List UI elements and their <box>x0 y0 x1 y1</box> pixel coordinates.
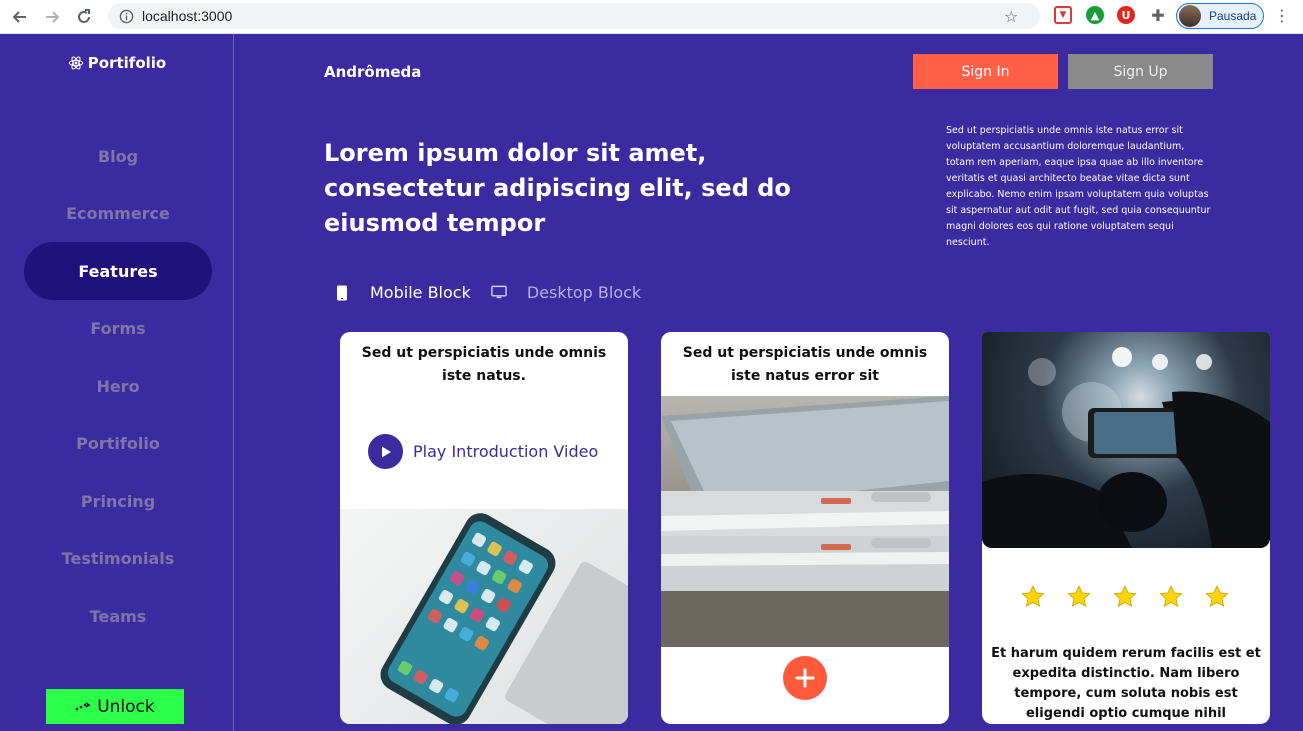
play-video-label: Play Introduction Video <box>413 442 599 461</box>
feature-card-testimonial: Et harum quidem rerum facilis est et exp… <box>982 332 1270 724</box>
review-text: Et harum quidem rerum facilis est et exp… <box>991 646 1261 721</box>
unlock-button[interactable]: Unlock <box>46 689 184 724</box>
tab-mobile-block[interactable]: Mobile Block <box>334 283 471 302</box>
desktop-icon <box>491 285 507 301</box>
more-menu-icon[interactable]: ⋮ <box>1274 6 1290 25</box>
sidebar-item-testimonials[interactable]: Testimonials <box>24 529 212 587</box>
sidebar-item-label: Forms <box>90 318 146 338</box>
rating-stars <box>1020 584 1230 610</box>
concert-image <box>982 332 1270 548</box>
url-text[interactable]: localhost:3000 <box>142 8 232 24</box>
sidebar-item-features[interactable]: Features <box>24 242 212 300</box>
sidebar-item-label: Princing <box>80 491 156 511</box>
sidebar-item-label: Portifolio <box>76 433 160 453</box>
signin-button[interactable]: Sign In <box>913 54 1058 89</box>
sidebar-item-label: Testimonials <box>61 548 175 568</box>
back-button[interactable] <box>4 1 36 33</box>
sidebar-item-forms[interactable]: Forms <box>24 299 212 357</box>
forward-button[interactable] <box>36 1 68 33</box>
star-icon <box>1159 585 1183 607</box>
star-icon <box>1113 585 1137 607</box>
sidebar-item-label: Blog <box>97 146 139 166</box>
feature-card-phone: Sed ut perspiciatis unde omnis iste natu… <box>661 332 949 724</box>
address-bar[interactable]: localhost:3000 ☆ <box>108 3 1040 29</box>
site-title: Andrômeda <box>324 63 422 81</box>
profile-name: Pausada <box>1209 9 1257 23</box>
signup-button[interactable]: Sign Up <box>1068 54 1213 89</box>
profile-button[interactable]: Pausada <box>1176 3 1264 29</box>
sidebar-item-princing[interactable]: Princing <box>24 472 212 530</box>
extension-green-icon[interactable]: ▲ <box>1086 6 1104 24</box>
sidebar: Portifolio Blog Ecommerce Features Forms… <box>0 34 234 731</box>
brand-logo[interactable]: Portifolio <box>0 54 234 72</box>
play-video-button[interactable]: Play Introduction Video <box>368 434 598 469</box>
extension-ublock-icon[interactable]: U <box>1117 6 1135 24</box>
info-icon[interactable] <box>118 8 134 24</box>
sidebar-item-teams[interactable]: Teams <box>24 587 212 645</box>
sidebar-item-blog[interactable]: Blog <box>24 127 212 185</box>
arrow-left-icon <box>12 11 26 23</box>
hero-description: Sed ut perspiciatis unde omnis iste natu… <box>946 125 1211 248</box>
sidebar-item-hero[interactable]: Hero <box>24 357 212 415</box>
sidebar-item-ecommerce[interactable]: Ecommerce <box>24 184 212 242</box>
atom-icon <box>68 56 83 70</box>
smartphone-image <box>340 509 628 724</box>
mobile-icon <box>334 285 350 301</box>
bookmark-star-icon[interactable]: ☆ <box>1004 7 1030 33</box>
unlock-label: Unlock <box>97 696 155 717</box>
star-icon <box>1205 585 1229 607</box>
unlock-dots-icon <box>75 701 91 710</box>
sidebar-item-label: Features <box>78 261 158 281</box>
reload-icon <box>78 9 90 23</box>
sidebar-item-label: Teams <box>89 606 147 626</box>
card-title: Sed ut perspiciatis unde omnis iste natu… <box>682 345 928 384</box>
add-button[interactable] <box>783 656 827 700</box>
extensions-puzzle-icon[interactable]: ✚ <box>1149 6 1167 25</box>
star-icon <box>1021 585 1045 607</box>
tab-label: Desktop Block <box>526 283 642 302</box>
feature-card-video: Sed ut perspiciatis unde omnis iste natu… <box>340 332 628 724</box>
tab-label: Mobile Block <box>370 283 471 302</box>
extension-pocket-icon[interactable]: ▼ <box>1054 6 1072 24</box>
tab-desktop-block[interactable]: Desktop Block <box>491 283 641 302</box>
reload-button[interactable] <box>68 1 100 33</box>
hero-title: Lorem ipsum dolor sit amet, consectetur … <box>324 139 791 237</box>
card-title: Sed ut perspiciatis unde omnis iste natu… <box>361 345 607 384</box>
block-tabs: Mobile Block Desktop Block <box>334 283 661 302</box>
phone-closeup-image <box>661 396 949 647</box>
sidebar-item-portifolio[interactable]: Portifolio <box>24 414 212 472</box>
arrow-right-icon <box>46 11 60 23</box>
sidebar-item-label: Ecommerce <box>66 203 170 223</box>
avatar <box>1179 5 1201 27</box>
brand-name: Portifolio <box>87 54 167 72</box>
browser-toolbar: localhost:3000 ☆ ▼ ▲ U ✚ Pausada ⋮ <box>0 0 1303 34</box>
star-icon <box>1067 585 1091 607</box>
plus-icon <box>795 668 815 688</box>
sidebar-item-label: Hero <box>96 376 140 396</box>
play-icon <box>368 434 403 469</box>
